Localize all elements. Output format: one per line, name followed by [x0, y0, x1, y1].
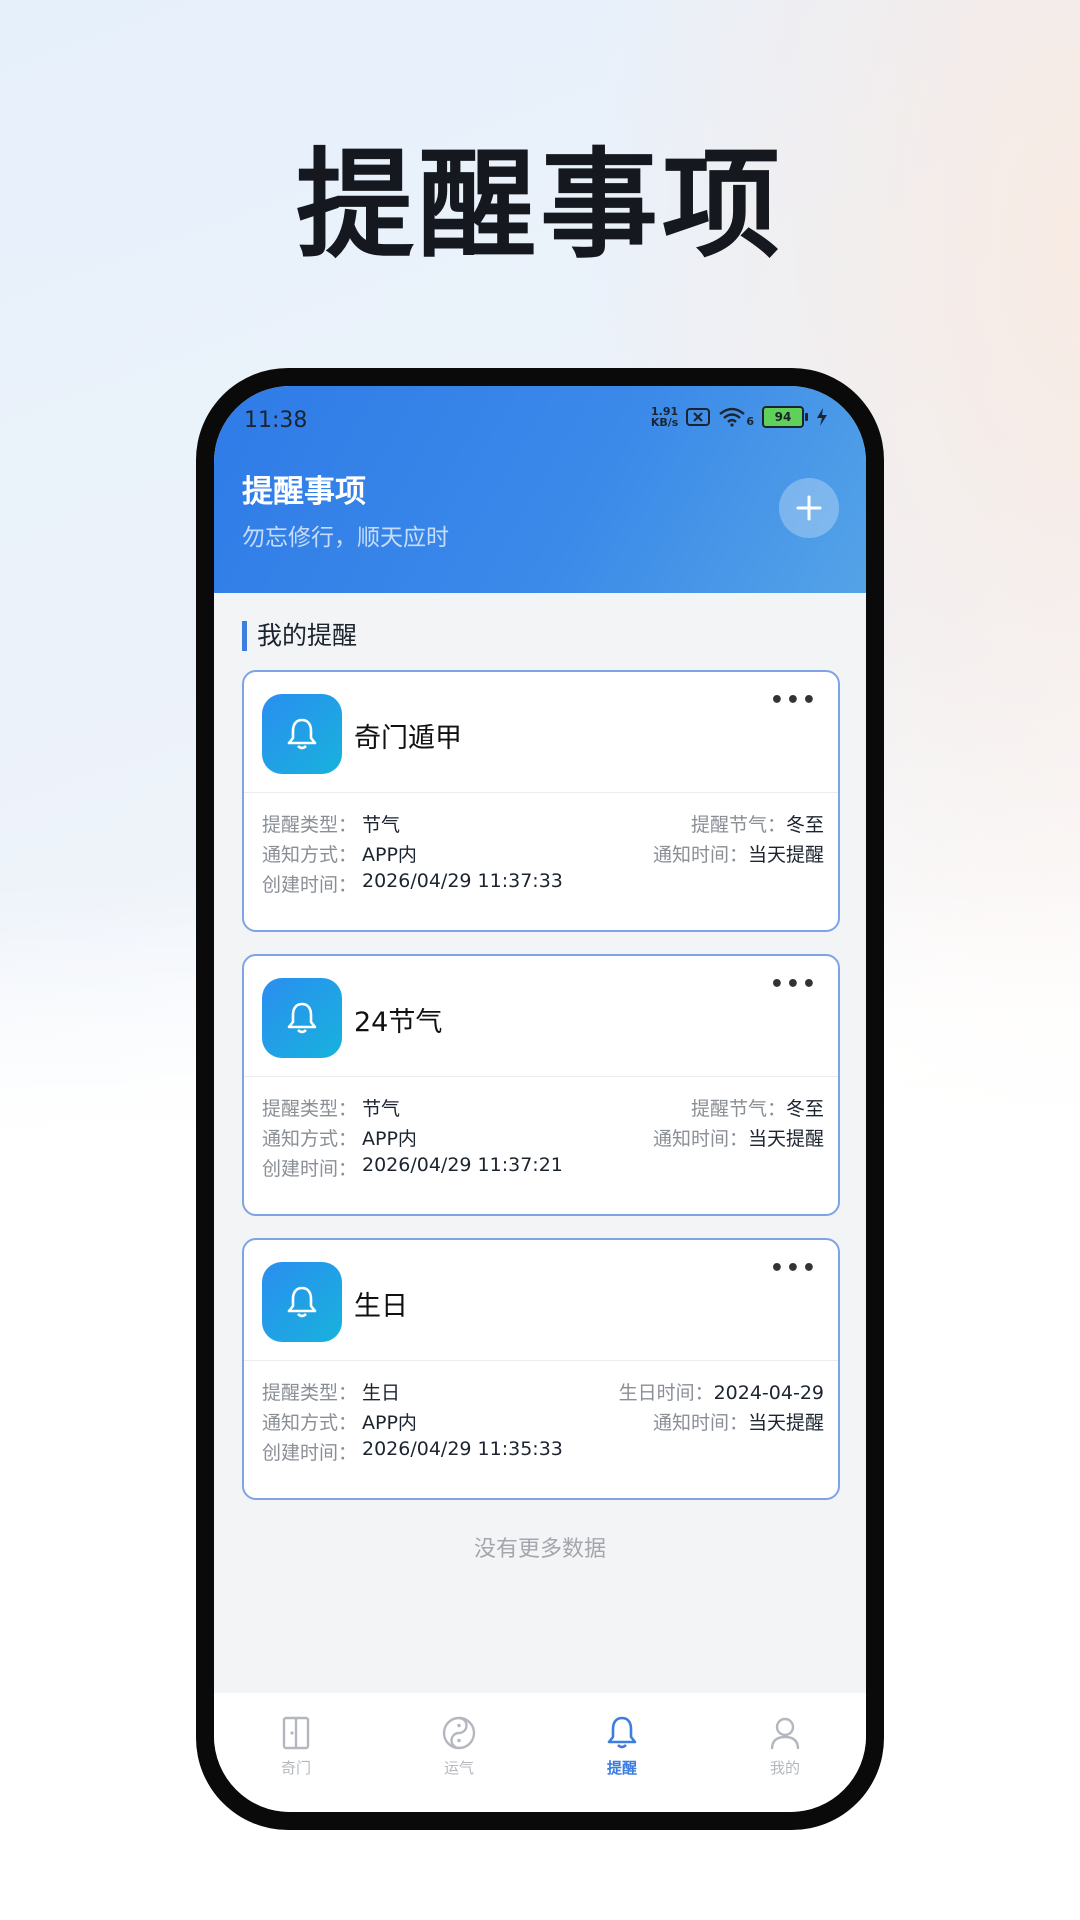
- battery-icon: 94: [762, 406, 808, 428]
- row-value: 冬至: [785, 1098, 824, 1120]
- row-label: 创建时间：: [262, 874, 358, 896]
- tab-qimen[interactable]: 奇门: [246, 1715, 346, 1778]
- bell-icon: [262, 978, 342, 1058]
- yin-yang-icon: [442, 1716, 476, 1750]
- card-header: 24节气 •••: [244, 956, 838, 1077]
- row-label: 通知时间：: [652, 844, 748, 866]
- card-header: 生日 •••: [244, 1240, 838, 1361]
- card-row: 创建时间： 2026/04/29 11:37:33: [262, 870, 824, 900]
- sim-off-icon: [686, 408, 711, 426]
- row-label: 提醒类型：: [262, 1098, 358, 1120]
- tab-label: 奇门: [280, 1759, 311, 1777]
- door-icon: [282, 1716, 310, 1750]
- row-value: 生日: [362, 1382, 401, 1404]
- row-label: 创建时间：: [262, 1442, 358, 1464]
- row-value: 当天提醒: [747, 1412, 824, 1434]
- reminder-card[interactable]: 奇门遁甲 ••• 提醒类型： 节气 提醒节气：冬至 通知方式： APP内 通知时…: [242, 670, 840, 932]
- more-options-icon[interactable]: •••: [770, 972, 818, 997]
- row-right: 通知时间：当天提醒: [653, 1408, 824, 1435]
- reminder-card[interactable]: 生日 ••• 提醒类型： 生日 生日时间：2024-04-29 通知方式： AP…: [242, 1238, 840, 1500]
- bell-icon: [607, 1716, 637, 1749]
- row-value: 2024-04-29: [713, 1382, 824, 1404]
- card-row: 通知方式： APP内 通知时间：当天提醒: [262, 1124, 824, 1154]
- card-row: 提醒类型： 生日 生日时间：2024-04-29: [262, 1378, 824, 1408]
- row-value: APP内: [362, 1128, 417, 1150]
- row-label: 通知时间：: [652, 1412, 748, 1434]
- row-right: 提醒节气：冬至: [691, 1094, 824, 1121]
- card-row: 提醒类型： 节气 提醒节气：冬至: [262, 810, 824, 840]
- row-label: 通知时间：: [652, 1128, 748, 1150]
- plus-icon: [796, 495, 822, 521]
- row-value: 节气: [362, 814, 401, 836]
- tab-reminder[interactable]: 提醒: [572, 1715, 672, 1778]
- add-reminder-button[interactable]: [779, 478, 839, 538]
- net-speed-unit: KB/s: [650, 416, 679, 429]
- card-title: 24节气: [354, 1007, 443, 1038]
- row-value: 当天提醒: [747, 1128, 824, 1150]
- wifi-gen-label: 6: [746, 414, 754, 428]
- user-icon: [770, 1717, 800, 1750]
- card-row: 提醒类型： 节气 提醒节气：冬至: [262, 1094, 824, 1124]
- card-title: 生日: [354, 1291, 408, 1322]
- tab-label: 提醒: [606, 1759, 637, 1777]
- bottom-tab-bar: 奇门 运气 提醒 我的: [214, 1693, 866, 1812]
- header-subtitle: 勿忘修行，顺天应时: [242, 525, 449, 551]
- row-value: 2026/04/29 11:37:21: [362, 1154, 563, 1176]
- row-label: 创建时间：: [262, 1158, 358, 1180]
- wifi-icon: [719, 407, 746, 427]
- reminder-card[interactable]: 24节气 ••• 提醒类型： 节气 提醒节气：冬至 通知方式： APP内 通知时…: [242, 954, 840, 1216]
- header-title: 提醒事项: [242, 474, 366, 510]
- net-speed-indicator: 1.91 KB/s: [651, 406, 678, 428]
- card-row: 通知方式： APP内 通知时间：当天提醒: [262, 840, 824, 870]
- tab-fortune[interactable]: 运气: [409, 1715, 509, 1778]
- bell-icon: [262, 694, 342, 774]
- row-right: 通知时间：当天提醒: [653, 1124, 824, 1151]
- row-label: 通知方式：: [262, 1412, 358, 1434]
- phone-frame: 11:38 1.91 KB/s 6 94 提醒事项 勿忘修行，顺天应时 我的提醒…: [196, 368, 884, 1830]
- hero-title: 提醒事项: [295, 136, 784, 274]
- row-label: 通知方式：: [262, 844, 358, 866]
- card-row: 创建时间： 2026/04/29 11:37:21: [262, 1154, 824, 1184]
- charging-icon: [817, 408, 827, 426]
- bell-icon: [262, 1262, 342, 1342]
- tab-profile[interactable]: 我的: [735, 1715, 835, 1778]
- row-right: 提醒节气：冬至: [691, 810, 824, 837]
- row-label: 提醒类型：: [262, 1382, 358, 1404]
- row-value: 节气: [362, 1098, 401, 1120]
- more-options-icon[interactable]: •••: [770, 1256, 818, 1281]
- row-right: 通知时间：当天提醒: [653, 840, 824, 867]
- row-label: 生日时间：: [618, 1382, 714, 1404]
- row-value: 冬至: [785, 814, 824, 836]
- card-row: 通知方式： APP内 通知时间：当天提醒: [262, 1408, 824, 1438]
- phone-screen: 11:38 1.91 KB/s 6 94 提醒事项 勿忘修行，顺天应时 我的提醒…: [214, 386, 866, 1812]
- row-right: 生日时间：2024-04-29: [619, 1378, 824, 1405]
- no-more-data-label: 没有更多数据: [473, 1537, 606, 1562]
- card-title: 奇门遁甲: [354, 723, 462, 754]
- row-value: 2026/04/29 11:35:33: [362, 1438, 563, 1460]
- content-area[interactable]: 我的提醒 奇门遁甲 ••• 提醒类型： 节气 提醒节气：冬至 通知方式： APP…: [214, 593, 866, 1693]
- more-options-icon[interactable]: •••: [770, 688, 818, 713]
- card-row: 创建时间： 2026/04/29 11:35:33: [262, 1438, 824, 1468]
- row-label: 提醒节气：: [690, 1098, 786, 1120]
- row-label: 通知方式：: [262, 1128, 358, 1150]
- status-time: 11:38: [244, 408, 308, 433]
- status-icons: 1.91 KB/s 6 94: [651, 406, 828, 428]
- row-value: APP内: [362, 1412, 417, 1434]
- row-label: 提醒类型：: [262, 814, 358, 836]
- row-value: 当天提醒: [747, 844, 824, 866]
- row-value: APP内: [362, 844, 417, 866]
- tab-label: 运气: [443, 1759, 474, 1777]
- row-label: 提醒节气：: [690, 814, 786, 836]
- card-header: 奇门遁甲 •••: [244, 672, 838, 793]
- row-value: 2026/04/29 11:37:33: [362, 870, 563, 892]
- section-title: 我的提醒: [242, 621, 357, 651]
- tab-label: 我的: [769, 1759, 800, 1777]
